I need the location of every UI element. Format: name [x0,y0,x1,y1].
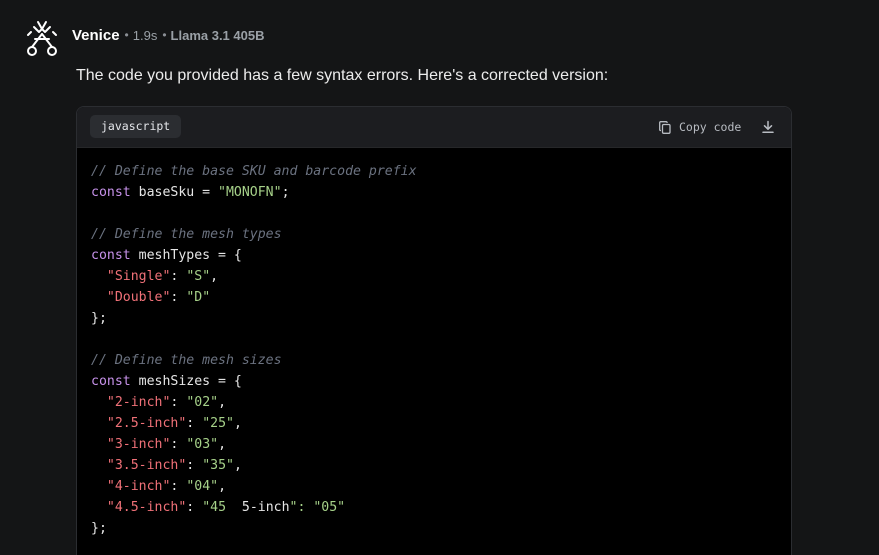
code-token-key: "2.5-inch" [106,416,187,431]
code-line: }; [91,518,417,539]
code-token-punct: : [170,437,187,452]
code-token-string: "MONOFN" [218,185,282,200]
code-line: "Double": "D" [91,287,417,308]
code-token-punct [91,395,107,410]
code-token-string: "35" [202,458,234,473]
code-line: "3-inch": "03", [91,434,417,455]
code-line: "Single": "S", [91,266,417,287]
code-token-punct: , [218,479,227,494]
code-token-string: "02" [186,395,219,410]
code-token-string: "25" [202,416,234,431]
code-line: // Define the base SKU and barcode prefi… [91,161,417,182]
code-content[interactable]: // Define the base SKU and barcode prefi… [91,161,417,539]
code-block: javascript Copy code // Define the base … [76,106,792,555]
download-button[interactable] [760,119,776,135]
code-token-string: "D" [186,290,211,305]
copy-code-button[interactable]: Copy code [659,118,741,136]
code-token-punct [91,269,107,284]
code-token-punct [91,500,107,515]
code-line: "2-inch": "02", [91,392,417,413]
code-token-punct: : [186,416,203,431]
message-intro-text: The code you provided has a few syntax e… [76,67,609,84]
copy-code-label: Copy code [679,120,742,134]
code-token-punct: , [218,437,227,452]
code-token-punct: , [210,269,219,284]
code-token-key: "Single" [106,269,171,284]
code-token-punct: , [218,395,227,410]
code-token-keyword: const [91,374,131,389]
code-token-string: "03" [186,437,219,452]
code-token-punct: , [233,458,242,473]
code-token-ident: meshSizes = { [130,374,242,389]
response-time: 1.9s [132,27,158,43]
code-line: const baseSku = "MONOFN"; [91,182,417,203]
code-token-key: "3-inch" [106,437,171,452]
code-token-punct [91,458,107,473]
copy-icon [659,120,671,134]
code-token-comment: // Define the mesh sizes [91,353,282,368]
code-token-key: "4-inch" [106,479,171,494]
code-token-string: "S" [186,269,211,284]
code-token-punct: : [170,290,187,305]
code-token-punct: ; [281,185,290,200]
code-token-key: "3.5-inch" [106,458,187,473]
code-token-ident: meshTypes = { [130,248,242,263]
code-token-key: "4.5-inch" [106,500,187,515]
code-token-punct: , [233,416,242,431]
code-token-comment: // Define the mesh types [91,227,282,242]
bot-name: Venice [72,26,120,44]
code-token-key: "2-inch" [106,395,171,410]
code-line: "4-inch": "04", [91,476,417,497]
code-token-keyword: const [91,185,131,200]
code-token-string: "04" [186,479,219,494]
separator-dot: • [124,28,129,42]
code-line: // Define the mesh types [91,224,417,245]
code-token-punct [91,416,107,431]
code-line: const meshTypes = { [91,245,417,266]
separator-dot: • [162,28,167,42]
code-line: const meshSizes = { [91,371,417,392]
code-token-punct [91,479,107,494]
code-line: }; [91,308,417,329]
model-name: Llama 3.1 405B [170,27,265,43]
code-token-punct: : [170,395,187,410]
code-token-punct [91,290,107,305]
code-token-key: "Double" [106,290,171,305]
venice-crossed-keys-icon [24,20,60,58]
code-token-punct [91,437,107,452]
code-token-punct: }; [91,521,107,536]
code-token-punct: }; [91,311,107,326]
language-badge: javascript [90,115,182,138]
code-token-comment: // Define the base SKU and barcode prefi… [91,164,417,179]
code-token-punct: : [186,500,203,515]
download-icon [762,120,774,134]
code-token-string: ": "05" [289,500,346,515]
code-line: "3.5-inch": "35", [91,455,417,476]
code-line: "2.5-inch": "25", [91,413,417,434]
code-line: // Define the mesh sizes [91,350,417,371]
code-block-header: javascript Copy code [77,107,791,148]
message-header: Venice • 1.9s • Llama 3.1 405B [72,25,264,45]
code-token-ident: 5-inch [241,500,290,515]
code-token-keyword: const [91,248,131,263]
code-line: "4.5-inch": "45 5-inch": "05" [91,497,417,518]
code-token-punct: : [170,479,187,494]
code-token-ident: baseSku = [130,185,219,200]
code-token-punct: : [170,269,187,284]
code-token-string: "45 [202,500,242,515]
code-token-punct: : [186,458,203,473]
